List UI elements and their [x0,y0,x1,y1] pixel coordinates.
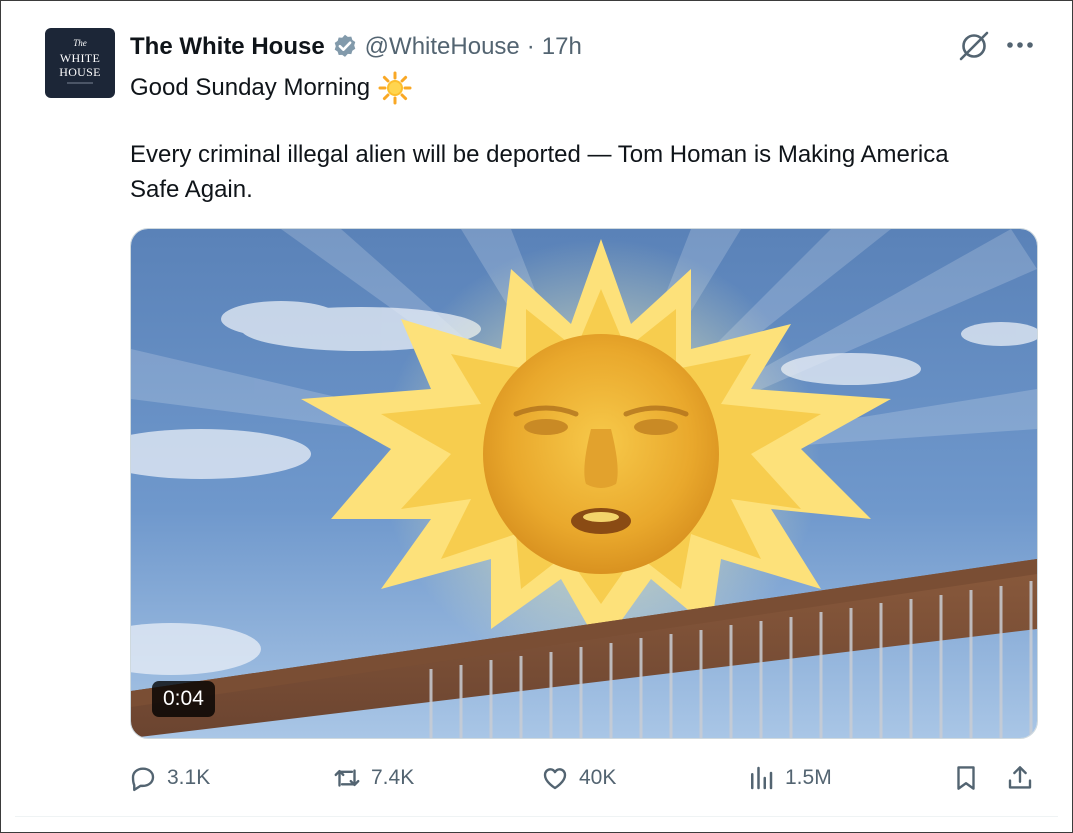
tweet[interactable]: The WHITE HOUSE The White House @WhiteHo… [1,1,1072,816]
video-player[interactable]: 0:04 [130,228,1038,739]
display-name[interactable]: The White House [130,33,325,61]
verified-badge-icon[interactable] [331,33,359,61]
repost-count: 7.4K [371,766,415,789]
share-icon [1008,766,1032,789]
reply-button[interactable]: 3.1K [128,758,210,798]
action-bar: 3.1K 7.4K 40K 1.5M [1,758,1072,798]
like-button[interactable]: 40K [540,758,616,798]
tweet-header: The White House @WhiteHouse · 17h [130,31,582,63]
separator-dot: · [526,33,535,60]
post-text-line1: Good Sunday Morning [130,71,412,105]
post-text-line2: Every criminal illegal alien will be dep… [130,141,949,168]
more-icon[interactable] [1005,32,1035,58]
bookmark-icon [957,766,975,790]
repost-icon [334,769,360,787]
bookmark-button[interactable] [951,758,981,798]
bottom-divider [15,816,1058,833]
views-count: 1.5M [785,766,832,789]
views-icon [751,766,773,790]
video-duration: 0:04 [152,681,215,717]
window-frame: The WHITE HOUSE The White House @WhiteHo… [0,0,1073,833]
avatar-rule [67,82,93,84]
grok-icon[interactable] [956,30,992,62]
like-count: 40K [579,766,617,789]
like-icon [543,768,567,790]
reply-icon [131,767,155,792]
post-text-greeting: Good Sunday Morning [130,74,371,101]
repost-button[interactable]: 7.4K [332,758,414,798]
sun-emoji-icon [378,71,412,105]
reply-count: 3.1K [167,766,211,789]
avatar-text-line2: HOUSE [59,65,101,79]
post-time[interactable]: 17h [542,33,582,61]
avatar-text-line1: WHITE [59,51,101,65]
share-button[interactable] [1005,758,1035,798]
post-text-line3: Safe Again. [130,176,253,203]
views-button[interactable]: 1.5M [746,758,832,798]
handle[interactable]: @WhiteHouse [365,33,520,61]
video-frame [131,229,1037,738]
avatar[interactable]: The WHITE HOUSE [45,28,115,98]
avatar-text-small: The [73,38,87,48]
